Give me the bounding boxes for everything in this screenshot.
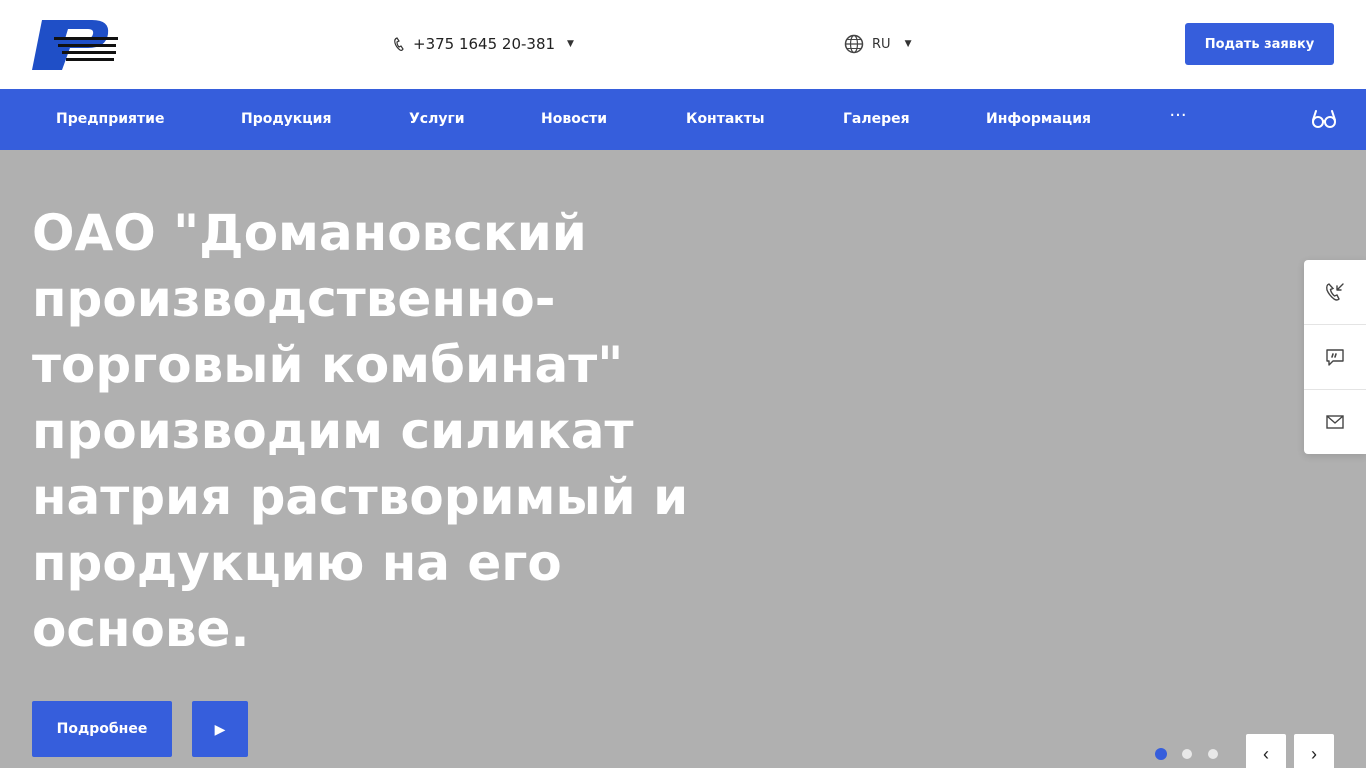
slider-dot-3[interactable] <box>1208 749 1218 759</box>
top-header: +375 1645 20-381 ▼ RU ▼ Подать заявку <box>0 0 1366 89</box>
nav-item-news[interactable]: Новости <box>541 89 607 150</box>
chat-quote-icon <box>1326 348 1344 366</box>
phone-selector[interactable]: +375 1645 20-381 ▼ <box>393 34 574 54</box>
nav-item-information[interactable]: Информация <box>986 89 1091 150</box>
play-video-button[interactable]: ▶ <box>192 701 248 757</box>
more-details-button[interactable]: Подробнее <box>32 701 172 757</box>
phone-callback-icon <box>1326 283 1344 301</box>
email-button[interactable] <box>1304 389 1366 453</box>
language-selector[interactable]: RU ▼ <box>844 33 911 55</box>
slider-prev-button[interactable]: ‹ <box>1246 734 1286 768</box>
mail-icon <box>1326 414 1344 429</box>
hero-title: ОАО "Домановский производственно-торговы… <box>32 204 689 658</box>
nav-item-enterprise[interactable]: Предприятие <box>56 89 164 150</box>
language-code: RU <box>872 36 891 52</box>
contact-side-panel <box>1304 260 1366 454</box>
chevron-down-icon: ▼ <box>567 39 574 49</box>
accessibility-glasses-icon[interactable] <box>1311 107 1337 131</box>
globe-icon <box>844 34 864 54</box>
company-logo[interactable] <box>32 20 118 70</box>
slider-dot-1[interactable] <box>1155 748 1167 760</box>
nav-item-gallery[interactable]: Галерея <box>843 89 910 150</box>
slider-dot-2[interactable] <box>1182 749 1192 759</box>
phone-icon <box>394 37 404 51</box>
callback-button[interactable] <box>1304 260 1366 324</box>
nav-item-products[interactable]: Продукция <box>241 89 331 150</box>
slider-next-button[interactable]: › <box>1294 734 1334 768</box>
more-menu-icon[interactable]: ··· <box>1166 107 1190 131</box>
nav-item-contacts[interactable]: Контакты <box>686 89 765 150</box>
chevron-down-icon: ▼ <box>904 39 912 49</box>
phone-number: +375 1645 20-381 <box>413 35 556 53</box>
main-nav: Предприятие Продукция Услуги Новости Кон… <box>0 89 1366 150</box>
nav-item-services[interactable]: Услуги <box>409 89 465 150</box>
submit-request-button[interactable]: Подать заявку <box>1185 23 1334 65</box>
chat-button[interactable] <box>1304 324 1366 388</box>
